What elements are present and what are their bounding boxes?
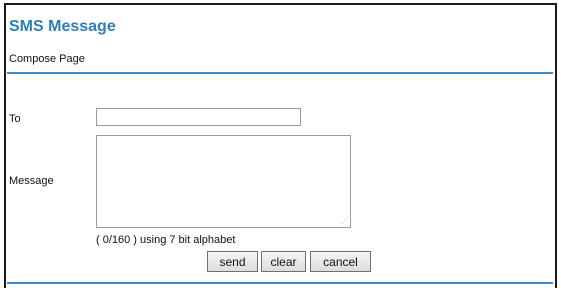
send-button[interactable]: send (207, 251, 258, 272)
page-subtitle: Compose Page (9, 53, 85, 65)
character-counter: ( 0/160 ) using 7 bit alphabet (96, 234, 236, 246)
message-textarea[interactable] (96, 135, 351, 228)
footer-divider (7, 282, 553, 284)
cancel-button[interactable]: cancel (310, 251, 371, 272)
to-input[interactable] (96, 108, 301, 126)
page-title: SMS Message (9, 18, 116, 35)
header-divider (7, 72, 553, 74)
message-label: Message (9, 175, 54, 187)
clear-button[interactable]: clear (261, 251, 306, 272)
to-label: To (9, 113, 21, 125)
resize-grip-icon[interactable]: ⋰ (341, 217, 349, 225)
